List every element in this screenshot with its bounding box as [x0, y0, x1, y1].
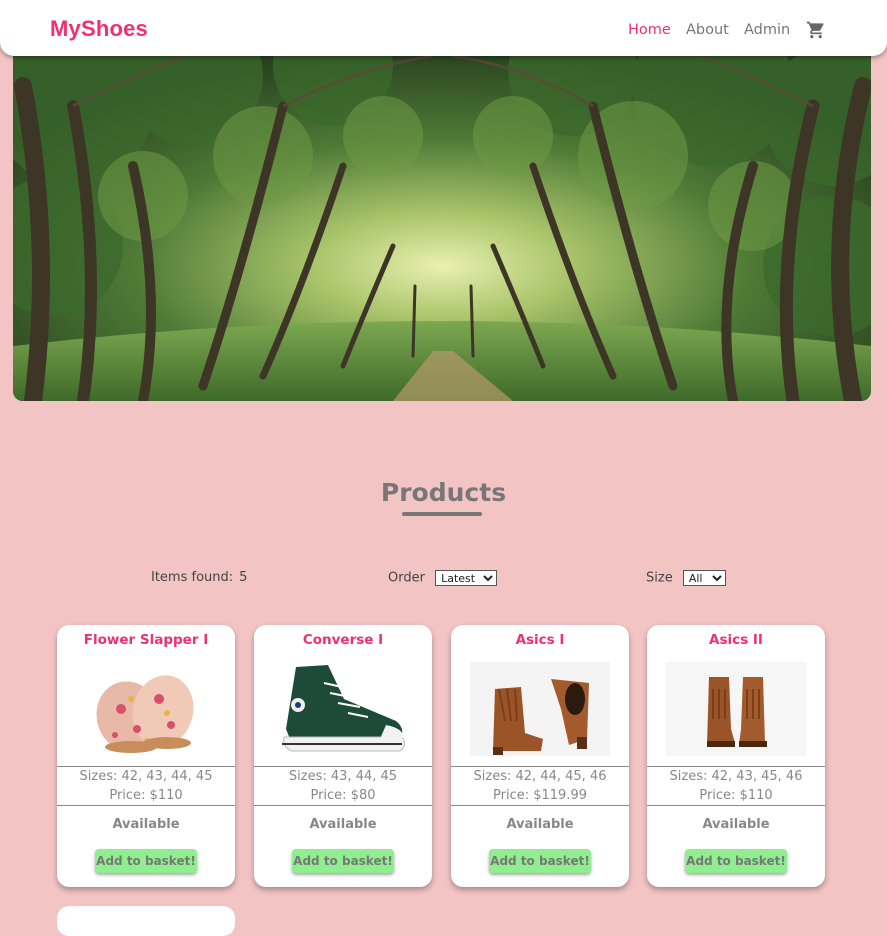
- product-availability: Available: [506, 817, 574, 832]
- card-divider: [57, 805, 235, 806]
- add-to-basket-button[interactable]: Add to basket!: [685, 849, 787, 873]
- products-title: Products: [380, 478, 507, 507]
- items-found-label: Items found:: [151, 570, 234, 585]
- product-sizes: Sizes: 42, 43, 44, 45: [79, 769, 213, 784]
- product-name[interactable]: Flower Slapper I: [57, 632, 235, 648]
- hero-banner-image: [13, 46, 871, 401]
- card-divider: [647, 805, 825, 806]
- product-card-partial: [57, 906, 235, 936]
- card-divider: [57, 766, 235, 767]
- cart-icon[interactable]: [806, 20, 826, 40]
- title-underline: [402, 512, 482, 516]
- items-found-count: 5: [239, 570, 248, 585]
- brand-logo[interactable]: MyShoes: [50, 16, 148, 42]
- product-sizes: Sizes: 42, 43, 45, 46: [669, 769, 803, 784]
- add-to-basket-button[interactable]: Add to basket!: [95, 849, 197, 873]
- items-found: Items found: 5: [151, 570, 247, 585]
- product-availability: Available: [112, 817, 180, 832]
- size-filter: Size All: [646, 570, 726, 586]
- size-label: Size: [646, 570, 673, 586]
- card-divider: [254, 766, 432, 767]
- product-price: Price: $110: [109, 788, 183, 803]
- card-divider: [254, 805, 432, 806]
- card-divider: [451, 805, 629, 806]
- product-name[interactable]: Converse I: [254, 632, 432, 648]
- product-card: Asics I Sizes: 42, 44, 45, 46 Price: $11…: [451, 625, 629, 887]
- navbar: MyShoes Home About Admin: [0, 0, 887, 56]
- product-sizes: Sizes: 42, 44, 45, 46: [473, 769, 607, 784]
- product-price: Price: $110: [699, 788, 773, 803]
- size-select[interactable]: All: [682, 570, 726, 586]
- product-card: Converse I Sizes: 43, 44, 45 Price: $80 …: [254, 625, 432, 887]
- card-divider: [647, 766, 825, 767]
- product-availability: Available: [309, 817, 377, 832]
- card-divider: [451, 766, 629, 767]
- product-image: [282, 665, 406, 752]
- product-image: [96, 675, 194, 753]
- order-select[interactable]: Latest: [435, 570, 498, 586]
- nav-home-link[interactable]: Home: [628, 22, 671, 38]
- nav-about-link[interactable]: About: [686, 22, 729, 38]
- product-availability: Available: [702, 817, 770, 832]
- add-to-basket-button[interactable]: Add to basket!: [489, 849, 591, 873]
- product-image: [470, 662, 610, 756]
- product-card: Flower Slapper I Sizes: 42, 43, 44, 45 P…: [57, 625, 235, 887]
- add-to-basket-button[interactable]: Add to basket!: [292, 849, 394, 873]
- nav-admin-link[interactable]: Admin: [744, 22, 790, 38]
- product-price: Price: $80: [310, 788, 376, 803]
- product-price: Price: $119.99: [493, 788, 587, 803]
- product-sizes: Sizes: 43, 44, 45: [288, 769, 398, 784]
- product-name[interactable]: Asics I: [451, 632, 629, 648]
- product-card: Asics II Sizes: 42, 43, 45, 46 Price: $1…: [647, 625, 825, 887]
- order-label: Order: [388, 570, 425, 586]
- product-image: [666, 662, 806, 756]
- order-filter: Order Latest: [388, 570, 498, 586]
- product-name[interactable]: Asics II: [647, 632, 825, 648]
